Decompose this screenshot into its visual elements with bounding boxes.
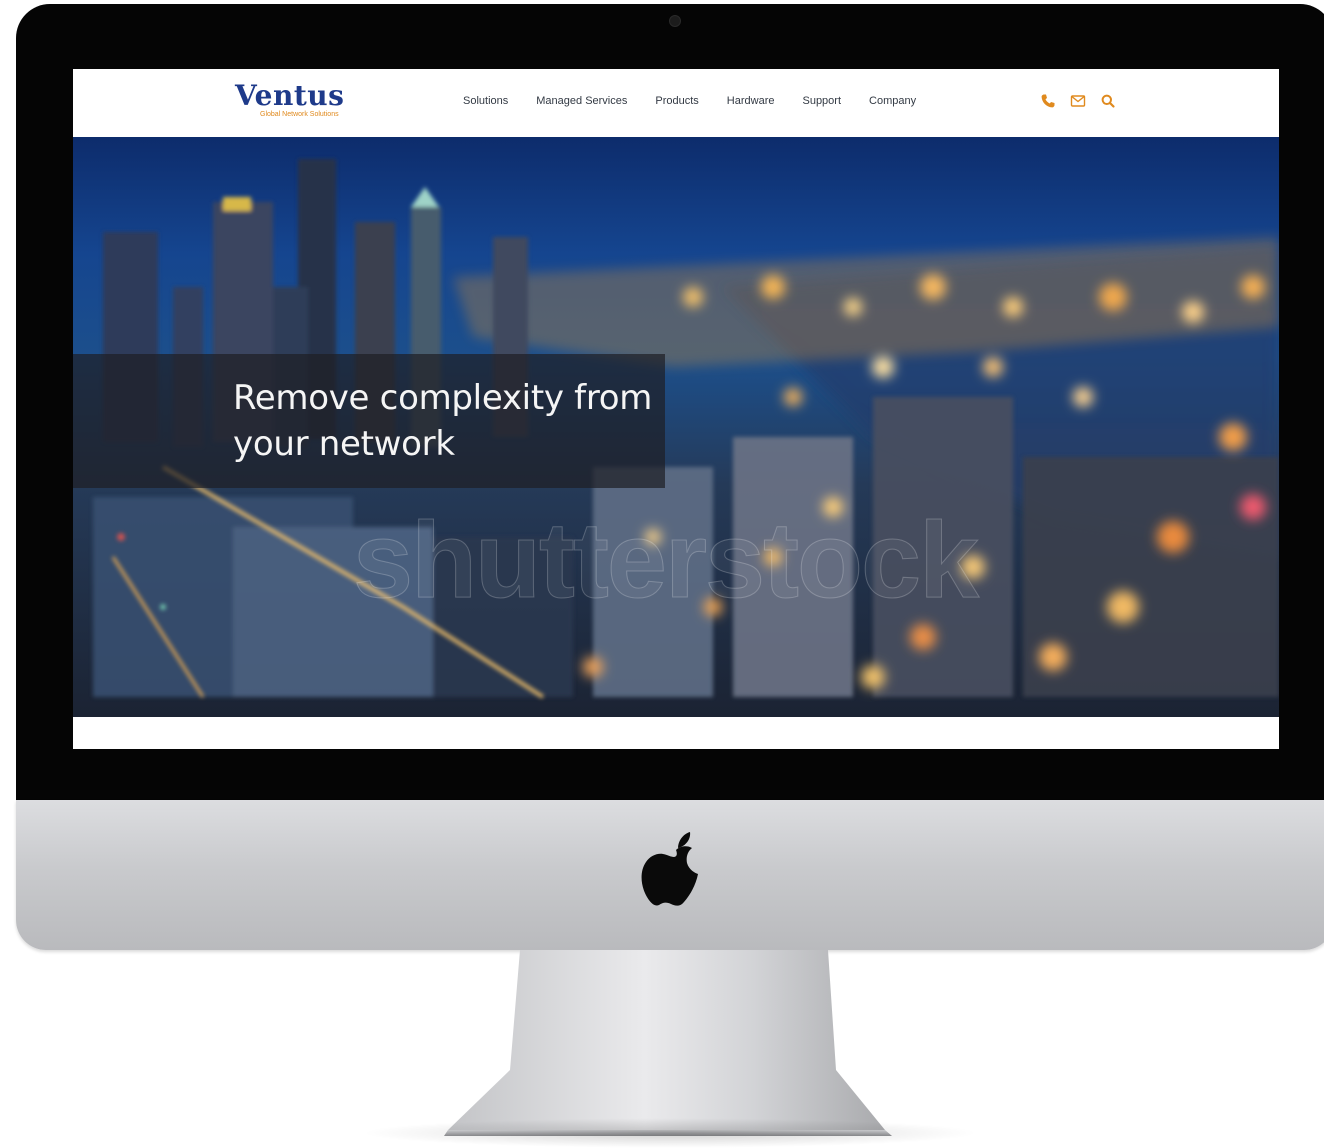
nav-hardware[interactable]: Hardware xyxy=(727,95,775,107)
content-strip xyxy=(73,717,1279,749)
site-header: Ventus Global Network Solutions Solution… xyxy=(73,69,1279,137)
floor-shadow xyxy=(360,1118,980,1148)
camera-icon xyxy=(669,15,681,27)
main-nav: Solutions Managed Services Products Hard… xyxy=(463,95,944,107)
search-icon[interactable] xyxy=(1100,93,1116,109)
hero-caption-box: Remove complexity from your network xyxy=(73,354,665,488)
site-logo[interactable]: Ventus Global Network Solutions xyxy=(235,81,344,119)
nav-support[interactable]: Support xyxy=(802,95,841,107)
hero-banner: shutterstock Remove complexity from your… xyxy=(73,137,1279,717)
apple-logo-icon xyxy=(641,832,698,906)
nav-managed-services[interactable]: Managed Services xyxy=(536,95,627,107)
nav-products[interactable]: Products xyxy=(655,95,698,107)
nav-solutions[interactable]: Solutions xyxy=(463,95,508,107)
nav-company[interactable]: Company xyxy=(869,95,916,107)
logo-name: Ventus xyxy=(235,79,345,112)
hero-headline: Remove complexity from your network xyxy=(233,378,653,464)
logo-tagline: Global Network Solutions xyxy=(260,111,339,118)
header-icons xyxy=(1040,93,1116,109)
imac-stand xyxy=(444,950,892,1136)
phone-icon[interactable] xyxy=(1040,93,1056,109)
stock-watermark: shutterstock xyxy=(352,499,979,621)
website-screen: Ventus Global Network Solutions Solution… xyxy=(73,69,1279,749)
mail-icon[interactable] xyxy=(1070,93,1086,109)
